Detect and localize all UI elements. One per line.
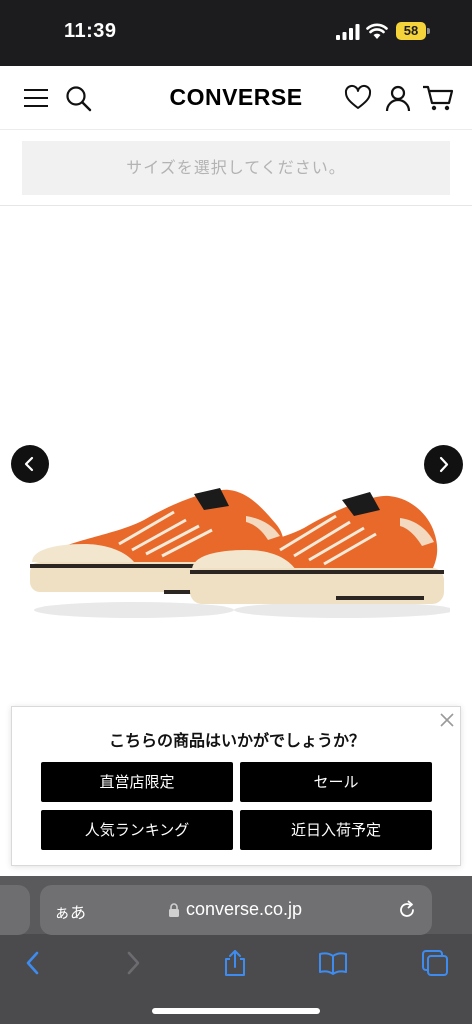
battery-level: 58	[396, 22, 426, 40]
chevron-left-icon	[24, 456, 34, 472]
gallery-prev-button[interactable]	[11, 445, 49, 483]
recommendation-popup: こちらの商品はいかがでしょうか？ 直営店限定 セール 人気ランキング 近日入荷予…	[11, 706, 461, 866]
lock-icon	[169, 903, 179, 917]
converse-logo[interactable]: CONVERSE	[168, 84, 304, 110]
ranking-button[interactable]: 人気ランキング	[41, 810, 233, 850]
size-select[interactable]: サイズを選択してください。	[22, 141, 450, 195]
wifi-icon	[366, 23, 388, 39]
status-bar: 11:39 58	[0, 0, 472, 66]
bookmarks-icon[interactable]	[318, 948, 348, 978]
url-text: converse.co.jp	[186, 899, 303, 919]
store-exclusive-button[interactable]: 直営店限定	[41, 762, 233, 802]
address-bar[interactable]: ぁあ converse.co.jp	[40, 885, 432, 935]
previous-tab-peek[interactable]	[0, 885, 30, 935]
home-indicator[interactable]	[152, 1008, 320, 1014]
back-icon[interactable]	[18, 948, 48, 978]
coming-soon-button[interactable]: 近日入荷予定	[240, 810, 432, 850]
battery-icon: 58	[396, 22, 430, 40]
menu-icon[interactable]	[22, 84, 50, 112]
gallery-next-button[interactable]	[424, 445, 463, 484]
sale-button[interactable]: セール	[240, 762, 432, 802]
cart-icon[interactable]	[422, 84, 454, 112]
forward-icon[interactable]	[118, 948, 148, 978]
logo-text: CONVERSE	[169, 84, 302, 110]
share-icon[interactable]	[220, 948, 250, 978]
chevron-right-icon	[439, 456, 449, 473]
product-image	[30, 488, 450, 618]
page-settings-button[interactable]: ぁあ	[54, 899, 86, 923]
tabs-icon[interactable]	[420, 948, 450, 978]
reload-icon[interactable]	[396, 899, 418, 921]
search-icon[interactable]	[64, 84, 92, 112]
popup-title: こちらの商品はいかがでしょうか？	[108, 731, 365, 750]
cellular-signal-icon	[336, 24, 360, 40]
account-icon[interactable]	[384, 84, 412, 112]
status-time: 11:39	[64, 20, 117, 42]
heart-icon[interactable]	[344, 84, 372, 112]
